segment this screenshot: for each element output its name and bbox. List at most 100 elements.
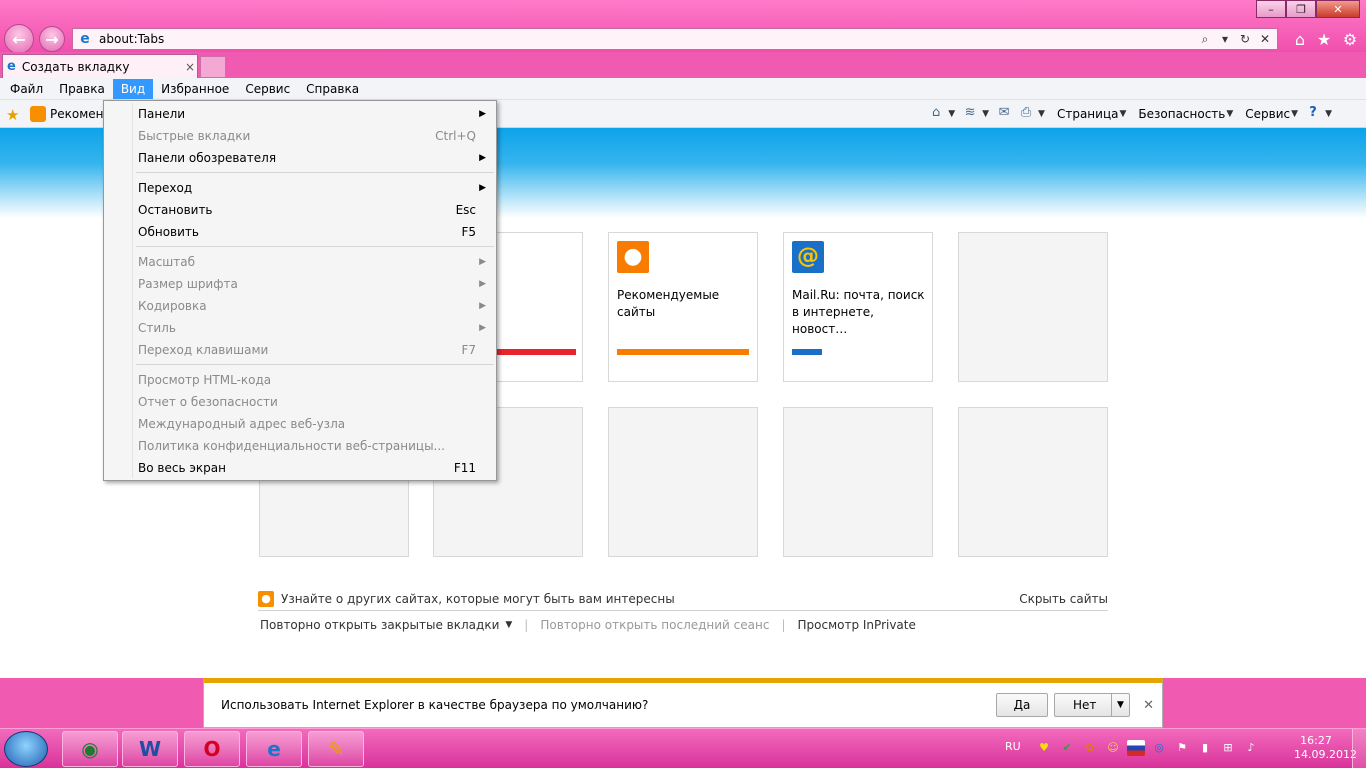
menu-edit[interactable]: Правка [51, 79, 113, 99]
dropdown-arrow-icon[interactable]: ▾ [1217, 32, 1233, 46]
taskbar-app-opera[interactable]: O [184, 731, 240, 767]
chevron-down-icon[interactable]: ▼ [1291, 109, 1298, 119]
home-icon[interactable]: ⌂ [1290, 30, 1310, 49]
close-notification-icon[interactable]: ✕ [1143, 698, 1154, 713]
butterfly-tray-icon[interactable]: ✿ [1081, 740, 1099, 756]
tile-empty[interactable] [783, 407, 933, 557]
print-icon[interactable]: ⎙ [1015, 105, 1037, 123]
menu-favorites[interactable]: Избранное [153, 79, 237, 99]
refresh-icon[interactable]: ↻ [1237, 32, 1253, 46]
maximize-button[interactable]: ❐ [1286, 0, 1316, 18]
arrow-right-icon: → [45, 29, 59, 49]
submenu-arrow-icon: ▶ [479, 301, 486, 311]
window-controls: – ❐ ✕ [1256, 0, 1360, 18]
cloud-tray-icon[interactable]: ◎ [1150, 740, 1168, 756]
check-tray-icon[interactable]: ✔ [1058, 740, 1076, 756]
menu-item-stop[interactable]: Остановить Esc [104, 199, 496, 221]
discover-sites-link[interactable]: Узнайте о других сайтах, которые могут б… [281, 592, 1019, 606]
menu-file[interactable]: Файл [2, 79, 51, 99]
menu-item-toolbars[interactable]: Панели ▶ [104, 103, 496, 125]
battery-icon[interactable]: ▮ [1196, 740, 1214, 756]
menu-help[interactable]: Справка [298, 79, 367, 99]
ie-tab-icon: e [7, 59, 16, 74]
notification-message: Использовать Internet Explorer в качеств… [221, 698, 649, 712]
menu-separator [136, 246, 494, 247]
stop-icon[interactable]: ✕ [1257, 32, 1273, 46]
tab-new-tab[interactable]: e Создать вкладку × [2, 54, 198, 78]
start-button[interactable] [4, 731, 48, 767]
paint-palette-icon: ✎ [327, 737, 345, 761]
menu-separator [136, 172, 494, 173]
chevron-down-icon[interactable]: ▼ [1226, 109, 1233, 119]
yes-button[interactable]: Да [996, 693, 1048, 717]
inprivate-link[interactable]: Просмотр InPrivate [798, 618, 916, 632]
tools-gear-icon[interactable]: ⚙ [1340, 30, 1360, 49]
word-icon: W [138, 737, 162, 761]
opera-icon: O [203, 737, 221, 761]
chevron-down-icon[interactable]: ▼ [1325, 109, 1332, 119]
show-desktop-button[interactable] [1352, 729, 1366, 768]
chevron-down-icon[interactable]: ▼ [1111, 694, 1129, 716]
chevron-down-icon[interactable]: ▼ [505, 620, 512, 630]
help-icon[interactable]: ? [1302, 105, 1324, 123]
language-indicator[interactable]: RU [1005, 740, 1021, 753]
chevron-down-icon[interactable]: ▼ [1119, 109, 1126, 119]
close-window-button[interactable]: ✕ [1316, 0, 1360, 18]
menu-tools[interactable]: Сервис [237, 79, 298, 99]
recommended-sites-icon[interactable] [30, 106, 46, 122]
home-icon[interactable]: ⌂ [925, 105, 947, 123]
no-button[interactable]: Нет ▼ [1054, 693, 1130, 717]
rss-feed-icon[interactable]: ≋ [959, 105, 981, 123]
heart-tray-icon[interactable]: ♥ [1035, 740, 1053, 756]
taskbar-app-explorer[interactable]: ◉ [62, 731, 118, 767]
close-tab-icon[interactable]: × [183, 60, 197, 74]
address-bar[interactable]: e about:Tabs ⌕ ▾ ↻ ✕ [72, 28, 1278, 50]
address-url[interactable]: about:Tabs [99, 32, 1197, 46]
volume-icon[interactable]: ♪ [1242, 740, 1260, 756]
menu-bar: Файл Правка Вид Избранное Сервис Справка [0, 78, 1366, 100]
network-icon[interactable]: ⊞ [1219, 740, 1237, 756]
action-center-flag-icon[interactable]: ⚑ [1173, 740, 1191, 756]
forward-button[interactable]: → [39, 26, 65, 52]
hide-sites-link[interactable]: Скрыть сайты [1019, 592, 1108, 606]
tile-mailru[interactable]: @ Mail.Ru: почта, поиск в интернете, нов… [783, 232, 933, 382]
safety-menu-button[interactable]: Безопасность [1138, 107, 1225, 121]
tile-activity-bar [792, 349, 822, 355]
menu-item-go-to[interactable]: Переход ▶ [104, 177, 496, 199]
menu-item-explorer-bars[interactable]: Панели обозревателя ▶ [104, 147, 496, 169]
chevron-down-icon[interactable]: ▼ [1038, 109, 1045, 119]
add-favorites-icon[interactable]: ★ [6, 106, 19, 124]
taskbar-app-internet-explorer[interactable]: e [246, 731, 302, 767]
ie-icon: e [267, 737, 281, 761]
clock[interactable]: 16:27 14.09.2012 [1294, 734, 1357, 762]
tile-empty[interactable] [958, 407, 1108, 557]
smiley-tray-icon[interactable]: ☺ [1104, 740, 1122, 756]
windows-taskbar: ◉ W O e ✎ RU ♥ ✔ ✿ ☺ ◎ ⚑ ▮ ⊞ ♪ 16:27 14.… [0, 728, 1366, 768]
taskbar-app-paint[interactable]: ✎ [308, 731, 364, 767]
reopen-closed-tabs-link[interactable]: Повторно открыть закрытые вкладки [260, 618, 499, 632]
tile-activity-bar [617, 349, 749, 355]
search-icon[interactable]: ⌕ [1197, 32, 1213, 47]
chevron-down-icon[interactable]: ▼ [982, 109, 989, 119]
favorites-star-icon[interactable]: ★ [1314, 30, 1334, 49]
tile-empty[interactable] [608, 407, 758, 557]
command-bar-right: ⌂ ▼ ≋ ▼ ✉ ⎙ ▼ Страница ▼ Безопасность ▼ Серви… [925, 105, 1336, 123]
menu-item-refresh[interactable]: Обновить F5 [104, 221, 496, 243]
page-menu-button[interactable]: Страница [1057, 107, 1119, 121]
minimize-button[interactable]: – [1256, 0, 1286, 18]
tools-menu-button[interactable]: Сервис [1245, 107, 1290, 121]
tile-recommended-sites[interactable]: ● Рекомендуемые сайты [608, 232, 758, 382]
menu-item-full-screen[interactable]: Во весь экран F11 [104, 457, 496, 479]
russia-flag-icon[interactable] [1127, 740, 1145, 756]
default-browser-notification: Использовать Internet Explorer в качеств… [203, 678, 1163, 728]
menu-view[interactable]: Вид [112, 78, 154, 99]
submenu-arrow-icon: ▶ [479, 153, 486, 163]
mail-icon[interactable]: ✉ [993, 105, 1015, 123]
taskbar-app-word[interactable]: W [122, 731, 178, 767]
clock-time: 16:27 [1300, 734, 1332, 747]
tile-empty[interactable] [958, 232, 1108, 382]
back-button[interactable]: ← [4, 24, 34, 54]
new-tab-button[interactable] [200, 56, 226, 78]
chevron-down-icon[interactable]: ▼ [948, 109, 955, 119]
system-tray: ♥ ✔ ✿ ☺ ◎ ⚑ ▮ ⊞ ♪ [1035, 740, 1265, 756]
